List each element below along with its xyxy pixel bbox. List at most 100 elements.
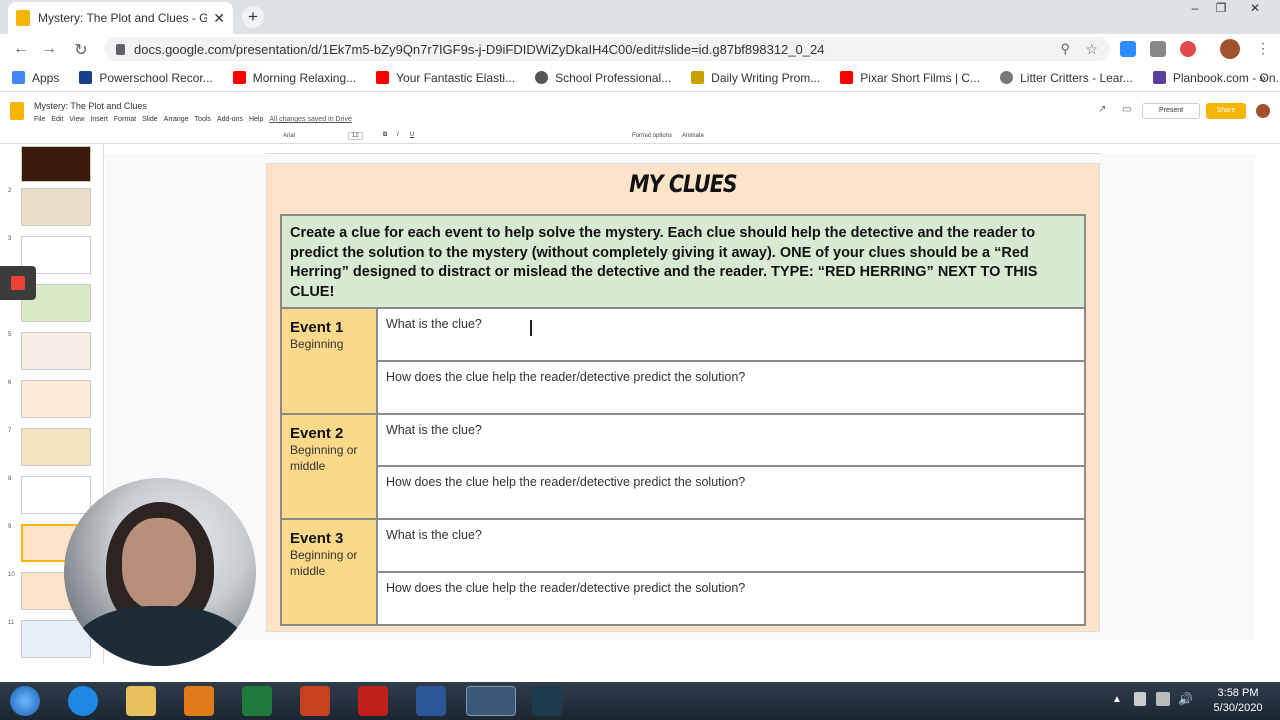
animate-button[interactable]: Animate	[682, 133, 704, 139]
zoom-extension-icon[interactable]	[1120, 41, 1136, 57]
font-selector[interactable]: Arial	[283, 133, 295, 139]
event-3-cell[interactable]: Event 3 Beginning or middle	[282, 520, 378, 624]
menu-insert[interactable]: Insert	[90, 116, 108, 123]
italic-icon[interactable]: I	[397, 132, 399, 138]
event-1-prediction-cell[interactable]: How does the clue help the reader/detect…	[378, 362, 1084, 415]
bookmark-star-icon[interactable]: ☆	[1085, 41, 1098, 58]
slide-thumbnail[interactable]	[21, 146, 91, 182]
text-cursor-icon	[530, 320, 532, 336]
tray-arrow-icon[interactable]: ▲	[1112, 694, 1122, 705]
tab-title: Mystery: The Plot and Clues - Go	[38, 11, 208, 25]
media-player-icon[interactable]	[184, 686, 214, 716]
bookmark-apps[interactable]: Apps	[12, 71, 59, 85]
clues-table[interactable]: Create a clue for each event to help sol…	[280, 214, 1086, 626]
reader-app-icon[interactable]	[532, 686, 562, 716]
slide-thumbnail[interactable]	[21, 332, 91, 370]
reload-icon[interactable]: ↻	[72, 40, 90, 60]
event-2-cell[interactable]: Event 2 Beginning or middle	[282, 415, 378, 520]
menu-tools[interactable]: Tools	[195, 116, 211, 123]
event-1-clue-cell[interactable]: What is the clue?	[378, 309, 1084, 362]
menu-arrange[interactable]: Arrange	[164, 116, 189, 123]
menu-view[interactable]: View	[69, 116, 84, 123]
event-2-prediction-cell[interactable]: How does the clue help the reader/detect…	[378, 467, 1084, 520]
menu-edit[interactable]: Edit	[51, 116, 63, 123]
restore-icon[interactable]: ❐	[1210, 0, 1232, 16]
back-icon[interactable]: ←	[12, 40, 30, 58]
internet-explorer-icon[interactable]	[68, 686, 98, 716]
document-title[interactable]: Mystery: The Plot and Clues	[34, 101, 147, 111]
minimize-icon[interactable]: ‒	[1184, 0, 1206, 16]
font-size-input[interactable]: 12	[348, 132, 363, 140]
slide-title[interactable]: MY CLUES	[329, 170, 1038, 198]
format-options-button[interactable]: Format options	[632, 133, 672, 139]
planbook-icon	[1152, 71, 1166, 84]
comments-icon[interactable]: ▭	[1122, 104, 1131, 115]
webcam-face	[122, 518, 196, 610]
slides-logo-icon[interactable]	[10, 102, 24, 120]
slide-thumbnail[interactable]	[21, 380, 91, 418]
profile-avatar[interactable]	[1220, 39, 1240, 59]
bookmark-morning-relaxing[interactable]: Morning Relaxing...	[232, 71, 356, 85]
new-tab-button[interactable]: +	[242, 6, 264, 28]
bookmark-fantastic-elastic[interactable]: Your Fantastic Elasti...	[376, 71, 515, 85]
event-3-prediction-cell[interactable]: How does the clue help the reader/detect…	[378, 573, 1084, 624]
powerschool-icon	[79, 71, 93, 84]
menu-slide[interactable]: Slide	[142, 116, 158, 123]
slide-thumbnail[interactable]	[21, 476, 91, 514]
slide-number: 6	[8, 380, 12, 386]
stop-record-icon	[11, 276, 25, 290]
start-button-icon[interactable]	[10, 686, 40, 716]
word-icon[interactable]	[416, 686, 446, 716]
event-2-clue-cell[interactable]: What is the clue?	[378, 415, 1084, 467]
browser-tab[interactable]: Mystery: The Plot and Clues - Go ✕	[8, 2, 233, 34]
battery-icon[interactable]	[1134, 692, 1146, 706]
activity-icon[interactable]: ↗	[1098, 104, 1106, 115]
underline-icon[interactable]: U	[410, 132, 414, 138]
file-explorer-icon[interactable]	[126, 686, 156, 716]
youtube-icon	[232, 71, 246, 84]
volume-icon[interactable]: 🔊	[1178, 692, 1193, 706]
close-tab-icon[interactable]: ✕	[213, 10, 225, 27]
slide-number: 11	[8, 620, 15, 626]
slide-thumbnail[interactable]	[21, 188, 91, 226]
bookmark-school-professional[interactable]: School Professional...	[535, 71, 671, 85]
globe-icon	[535, 71, 549, 84]
powerpoint-icon[interactable]	[300, 686, 330, 716]
menu-addons[interactable]: Add-ons	[217, 116, 243, 123]
menu-help[interactable]: Help	[249, 116, 263, 123]
slide-thumbnail[interactable]	[21, 428, 91, 466]
event-label: Event 3	[290, 530, 344, 547]
more-bookmarks-icon[interactable]: »	[1259, 71, 1266, 85]
menu-file[interactable]: File	[34, 116, 45, 123]
acrobat-icon[interactable]	[358, 686, 388, 716]
slide-number: 9	[8, 524, 12, 530]
bookmark-pixar-shorts[interactable]: Pixar Short Films | C...	[840, 71, 980, 85]
event-3-clue-cell[interactable]: What is the clue?	[378, 520, 1084, 573]
menu-format[interactable]: Format	[114, 116, 136, 123]
recording-indicator[interactable]	[0, 266, 36, 300]
bookmark-daily-writing[interactable]: Daily Writing Prom...	[691, 71, 820, 85]
url-bar[interactable]: docs.google.com/presentation/d/1Ek7m5-bZ…	[104, 37, 1110, 61]
instructions-cell[interactable]: Create a clue for each event to help sol…	[282, 216, 1084, 309]
bookmark-powerschool[interactable]: Powerschool Recor...	[79, 71, 213, 85]
share-button[interactable]: Share	[1206, 103, 1246, 119]
event-label: Event 1	[290, 319, 344, 336]
slide-number: 2	[8, 188, 12, 194]
bookmark-litter-critters[interactable]: Litter Critters - Lear...	[1000, 71, 1133, 85]
grid-extension-icon[interactable]	[1150, 41, 1166, 57]
event-1-cell[interactable]: Event 1 Beginning	[282, 309, 378, 415]
save-status[interactable]: All changes saved in Drive	[269, 116, 352, 123]
forward-icon[interactable]: →	[40, 40, 58, 58]
chrome-taskbar-icon[interactable]	[466, 686, 516, 716]
present-button[interactable]: Present	[1142, 103, 1200, 119]
network-icon[interactable]	[1156, 692, 1170, 706]
horizontal-ruler	[265, 144, 1101, 154]
chrome-menu-icon[interactable]: ⋮	[1256, 40, 1270, 57]
system-clock[interactable]: 3:58 PM 5/30/2020	[1203, 686, 1273, 716]
zoom-icon[interactable]: ⚲	[1060, 41, 1070, 57]
close-window-icon[interactable]: ✕	[1244, 0, 1266, 16]
excel-icon[interactable]	[242, 686, 272, 716]
account-avatar[interactable]	[1256, 104, 1270, 118]
notification-extension-icon[interactable]	[1180, 41, 1196, 57]
bold-icon[interactable]: B	[383, 132, 387, 138]
